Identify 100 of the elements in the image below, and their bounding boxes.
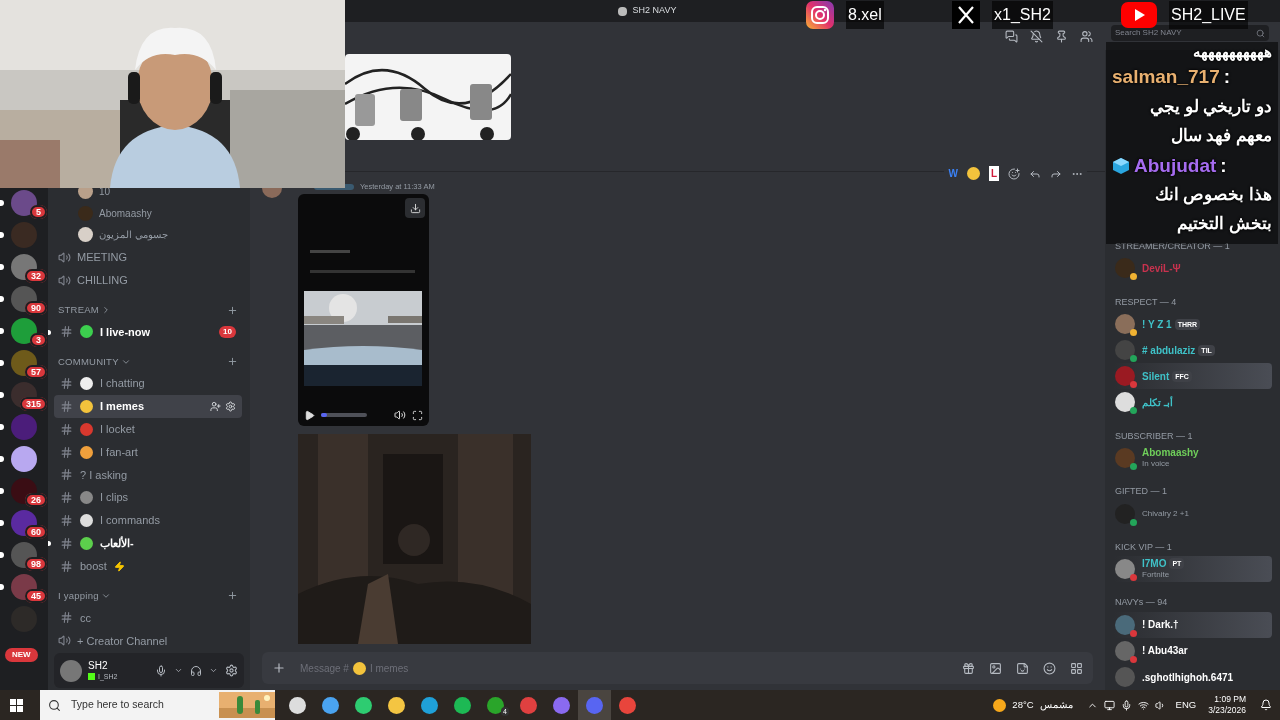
clock-time[interactable]: 1:09 PM [1214,694,1246,705]
social-handle: x1_SH2 [992,1,1053,29]
channel-item[interactable]: I chatting [54,372,242,396]
chevron-icon[interactable] [174,666,183,675]
speaker-icon [58,250,71,264]
mention-count: 10 [219,325,236,338]
microphone-icon[interactable] [1120,699,1132,711]
unread-count: 90 [25,301,47,315]
sticker-icon[interactable] [1016,661,1029,675]
hash-icon [60,422,73,436]
search-icon [1256,28,1265,38]
chat-message: ههههههههههه [1192,43,1272,61]
play-icon[interactable] [304,409,315,421]
member-item[interactable]: Abomaashy In voice [1113,444,1272,472]
chevron-icon[interactable] [209,666,218,675]
settings-icon[interactable] [225,401,236,412]
download-button[interactable] [405,198,425,218]
channel-item[interactable]: I commands [54,509,242,532]
server-icon[interactable] [11,446,37,472]
volume-icon[interactable] [394,409,406,421]
member-item[interactable]: ! Abu43ar [1113,637,1272,664]
channel-item[interactable]: cc [54,606,242,630]
channel-item[interactable]: boost [54,554,242,578]
channel-item[interactable]: I fan-art [54,440,242,464]
member-name: .sghotlhighoh.6471 [1142,671,1234,683]
unread-count: 45 [25,589,47,603]
invite-icon[interactable] [210,401,221,412]
member-name: Abomaashy [1142,447,1199,459]
lightning-icon [113,560,125,572]
emoji-icon [80,422,93,436]
placeholder: Message # [300,661,349,676]
threads-icon[interactable] [1005,29,1018,43]
new-badge[interactable]: NEW [5,648,38,662]
windows-start-icon[interactable] [10,698,23,712]
pin-icon[interactable] [1055,29,1068,43]
member-name: # abdulaziz [1142,344,1196,356]
gift-icon[interactable] [962,661,975,675]
search-field[interactable]: Search SH2 NAVY [1111,25,1269,41]
user-avatar [1115,640,1135,661]
member-item[interactable]: DeviL-Ψ [1113,255,1272,282]
user-avatar [1115,503,1135,524]
emoji-icon [80,491,93,505]
tray-icon[interactable] [1103,699,1115,711]
microphone-icon[interactable] [155,664,167,677]
add-channel-icon[interactable] [227,590,238,602]
emoji-icon[interactable] [966,167,980,180]
mute-icon[interactable] [1030,29,1043,43]
server-icon [617,6,627,16]
voice-channel[interactable]: + Creator Channel [77,632,168,649]
clock-date[interactable]: 3/23/2026 [1208,705,1246,716]
voice-channel[interactable]: CHILLING [77,271,128,289]
chat-separator: : [1223,65,1231,89]
notification-icon[interactable] [1260,699,1272,711]
add-channel-icon[interactable] [227,304,238,316]
emoji-picker-icon[interactable] [1043,661,1056,675]
apps-icon[interactable] [1070,661,1083,675]
voice-member[interactable]: Abomaashy [99,205,152,221]
settings-icon[interactable] [225,664,238,677]
channel-item[interactable]: I clips [54,486,242,510]
member-name: ! Dark.† [1142,619,1179,631]
reaction-option[interactable]: W [948,166,958,181]
member-item[interactable]: ! Dark.† [1113,611,1272,638]
member-activity: Fortnite [1142,569,1171,581]
volume-icon[interactable] [1154,699,1166,711]
taskbar-search-field[interactable]: Type here to search [40,690,275,720]
channel-item[interactable]: ? I asking [54,463,242,487]
add-channel-icon[interactable] [227,356,238,368]
network-icon[interactable] [1137,699,1149,711]
channel-item[interactable]: I locket [54,417,242,441]
category-label[interactable]: STREAM [58,302,99,318]
channel-item[interactable]: الألعاب- [54,531,242,555]
member-item[interactable]: .sghotlhighoh.6471 [1113,663,1272,690]
language-indicator[interactable]: ENG [1175,697,1197,713]
member-activity: Chivalry 2 +1 [1142,508,1189,520]
kick-icon [88,672,95,680]
add-reaction-icon[interactable] [1008,167,1020,180]
voice-member[interactable]: جسومي المزيون [99,227,168,243]
hash-icon [60,377,73,391]
member-item[interactable]: أبـ تكلم [1113,389,1272,416]
member-item[interactable]: Chivalry 2 +1 [1113,500,1272,527]
temperature[interactable]: 28°C [1012,697,1034,713]
progress-track[interactable] [321,413,367,417]
channel-item[interactable]: I live-now 10 [54,320,242,344]
user-avatar[interactable] [60,659,82,682]
voice-channel[interactable]: MEETING [77,248,128,266]
members-icon[interactable] [1080,29,1093,43]
reaction-option[interactable]: L [988,166,999,181]
unread-count: 32 [25,269,47,283]
channel-item[interactable]: I memes [54,395,242,418]
role-header: RESPECT — 4 [1115,295,1177,309]
play-logo-icon [1121,2,1157,28]
member-name: Silent [1142,370,1170,382]
unread-count: 98 [25,557,47,571]
gif-icon[interactable] [989,661,1002,675]
weather-condition[interactable]: مشمس [1039,697,1073,713]
headphones-icon[interactable] [190,664,202,677]
add-icon[interactable] [272,661,286,675]
category-label[interactable]: I yapping [58,588,99,604]
category-label[interactable]: COMMUNITY [58,354,119,369]
fullscreen-icon[interactable] [412,409,423,421]
